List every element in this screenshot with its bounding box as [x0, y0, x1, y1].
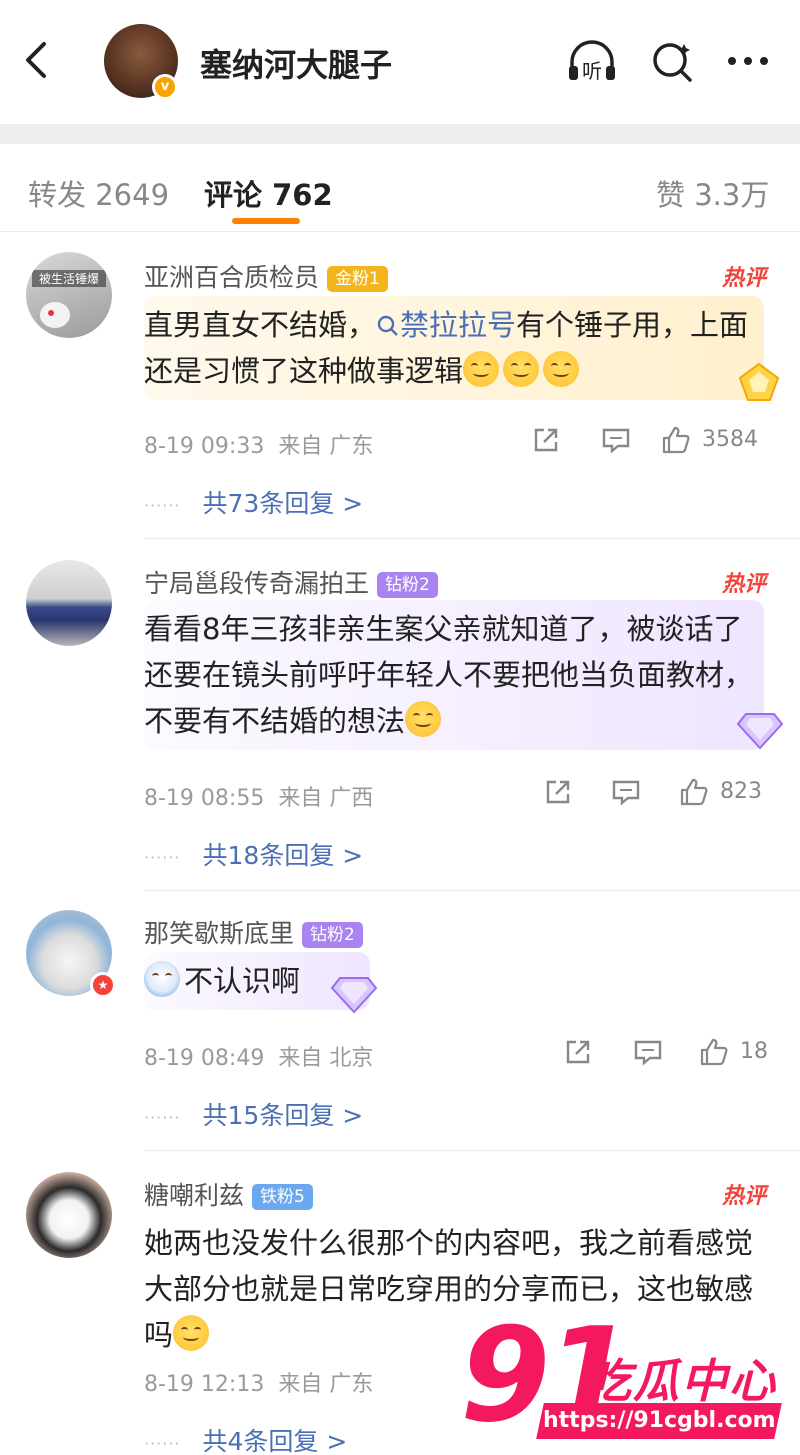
- view-replies-link[interactable]: ······ 共73条回复 >: [144, 484, 363, 520]
- doraemon-emoji-icon: [144, 961, 180, 997]
- watermark-url: https://91cgbl.com: [536, 1403, 782, 1439]
- laugh-cry-emoji-icon: [405, 701, 442, 737]
- laugh-cry-emoji-icon: [173, 1315, 210, 1351]
- hot-comment-badge: 热评: [721, 1184, 766, 1209]
- comment-text: 她两也没发什么很那个的内容吧，我之前看感觉大部分也就是日常吃穿用的分享而已，这也…: [144, 1214, 764, 1364]
- reply-dots: ······: [144, 1107, 181, 1127]
- commenter-name[interactable]: 那笑歇斯底里 钻粉2: [144, 914, 363, 950]
- like-icon[interactable]: [660, 424, 692, 456]
- comment-actions: 18: [562, 1036, 770, 1070]
- tab-bar: 转发 2649 评论 762 赞 3.3万: [0, 150, 800, 232]
- comment-location: 来自 北京: [278, 1046, 374, 1071]
- search-icon[interactable]: [648, 38, 700, 84]
- reply-count: 共18条回复 >: [202, 841, 364, 870]
- reply-dots: ······: [144, 847, 181, 867]
- comment-meta: 8-19 08:49 来自 北京: [144, 1040, 373, 1072]
- comment-text: 看看8年三孩非亲生案父亲就知道了，被谈话了还要在镜头前呼吁年轻人不要把他当负面教…: [144, 600, 764, 750]
- reply-icon[interactable]: [600, 424, 632, 456]
- watermark-url-text: https://91cgbl.com: [542, 1408, 776, 1433]
- reply-dots: ······: [144, 495, 181, 515]
- listen-label: 听: [582, 59, 602, 83]
- tab-comment[interactable]: 评论 762: [204, 172, 333, 214]
- comment-meta: 8-19 09:33 来自 广东: [144, 428, 373, 460]
- share-icon[interactable]: [530, 424, 562, 456]
- section-divider: [0, 124, 800, 144]
- comment-actions: 3584: [530, 424, 770, 458]
- comment-divider: [144, 1150, 800, 1151]
- commenter-name-text: 那笑歇斯底里: [144, 919, 295, 948]
- like-count: 3584: [702, 427, 758, 452]
- top-bar: v 塞纳河大腿子 听: [0, 0, 800, 112]
- comment-text: 直男直女不结婚， 禁拉拉号有个锤子用，上面还是习惯了这种做事逻辑: [144, 296, 764, 400]
- topic-link[interactable]: 禁拉拉号: [376, 308, 516, 342]
- comment-time: 8-19 08:49: [144, 1046, 265, 1071]
- diamond-medal-icon: [736, 713, 784, 750]
- commenter-name[interactable]: 宁局邕段传奇漏拍王 钻粉2: [144, 564, 438, 600]
- smile-emoji-icon: [463, 351, 500, 387]
- topic-text: 禁拉拉号: [400, 308, 517, 342]
- comment-text-part: 她两也没发什么很那个的内容吧，我之前看感觉大部分也就是日常吃穿用的分享而已，这也…: [144, 1226, 754, 1352]
- reply-count: 共73条回复 >: [202, 489, 364, 518]
- active-tab-indicator: [232, 218, 300, 224]
- comment-meta: 8-19 12:13 来自 广东: [144, 1366, 373, 1398]
- avatar-caption: 被生活锤爆: [32, 270, 106, 287]
- smile-emoji-icon: [503, 351, 540, 387]
- comment-location: 来自 广东: [278, 434, 374, 459]
- comment-text-part: 不认识啊: [184, 964, 301, 998]
- comment-text-part: 直男直女不结婚，: [144, 308, 377, 342]
- reply-count: 共15条回复 >: [202, 1101, 364, 1130]
- reply-icon[interactable]: [610, 776, 642, 808]
- commenter-name-text: 宁局邕段传奇漏拍王: [144, 569, 370, 598]
- comment-divider: [144, 538, 800, 539]
- fan-badge: 钻粉2: [377, 572, 438, 598]
- like-count: 823: [720, 779, 762, 804]
- watermark-brand: 吃瓜中心: [585, 1354, 777, 1408]
- share-icon[interactable]: [542, 776, 574, 808]
- comment-time: 8-19 09:33: [144, 434, 265, 459]
- commenter-avatar[interactable]: [26, 560, 112, 646]
- fan-badge: 铁粉5: [252, 1184, 313, 1210]
- fan-badge: 金粉1: [327, 266, 388, 292]
- diamond-medal-icon: [330, 977, 378, 1014]
- view-replies-link[interactable]: ······ 共15条回复 >: [144, 1096, 363, 1132]
- hot-comment-badge: 热评: [721, 266, 766, 291]
- like-icon[interactable]: [678, 776, 710, 808]
- member-star-icon: ★: [90, 972, 116, 998]
- author-name[interactable]: 塞纳河大腿子: [200, 40, 392, 86]
- commenter-name[interactable]: 糖嘲利兹 铁粉5: [144, 1176, 313, 1212]
- back-arrow-icon[interactable]: [18, 40, 58, 80]
- comment-divider: [144, 890, 800, 891]
- tab-repost[interactable]: 转发 2649: [28, 172, 169, 214]
- gold-medal-icon: [738, 362, 780, 401]
- commenter-name-text: 糖嘲利兹: [144, 1181, 245, 1210]
- comment-meta: 8-19 08:55 来自 广西: [144, 780, 373, 812]
- reply-icon[interactable]: [632, 1036, 664, 1068]
- like-count: 18: [740, 1039, 768, 1064]
- more-options-icon[interactable]: [722, 38, 774, 84]
- commenter-avatar[interactable]: 被生活锤爆: [26, 252, 112, 338]
- share-icon[interactable]: [562, 1036, 594, 1068]
- reply-count: 共4条回复 >: [202, 1427, 348, 1455]
- commenter-name[interactable]: 亚洲百合质检员 金粉1: [144, 258, 388, 294]
- comment-time: 8-19 08:55: [144, 786, 265, 811]
- topic-search-icon: [377, 315, 398, 336]
- comment-location: 来自 广东: [278, 1372, 374, 1397]
- comment-text-part: 看看8年三孩非亲生案父亲就知道了，被谈话了还要在镜头前呼吁年轻人不要把他当负面教…: [144, 612, 754, 738]
- commenter-avatar[interactable]: [26, 1172, 112, 1258]
- tab-like[interactable]: 赞 3.3万: [656, 172, 769, 214]
- view-replies-link[interactable]: ······ 共18条回复 >: [144, 836, 363, 872]
- commenter-name-text: 亚洲百合质检员: [144, 263, 320, 292]
- comment-time: 8-19 12:13: [144, 1372, 265, 1397]
- like-icon[interactable]: [698, 1036, 730, 1068]
- view-replies-link[interactable]: ······ 共4条回复 >: [144, 1422, 347, 1455]
- hot-comment-badge: 热评: [721, 572, 766, 597]
- listen-headphone-icon[interactable]: 听: [566, 38, 618, 84]
- fan-badge: 钻粉2: [302, 922, 363, 948]
- reply-dots: ······: [144, 1433, 181, 1453]
- comment-location: 来自 广西: [278, 786, 374, 811]
- verified-v-icon: v: [152, 74, 178, 100]
- smile-emoji-icon: [543, 351, 580, 387]
- comment-actions: 823: [542, 776, 770, 810]
